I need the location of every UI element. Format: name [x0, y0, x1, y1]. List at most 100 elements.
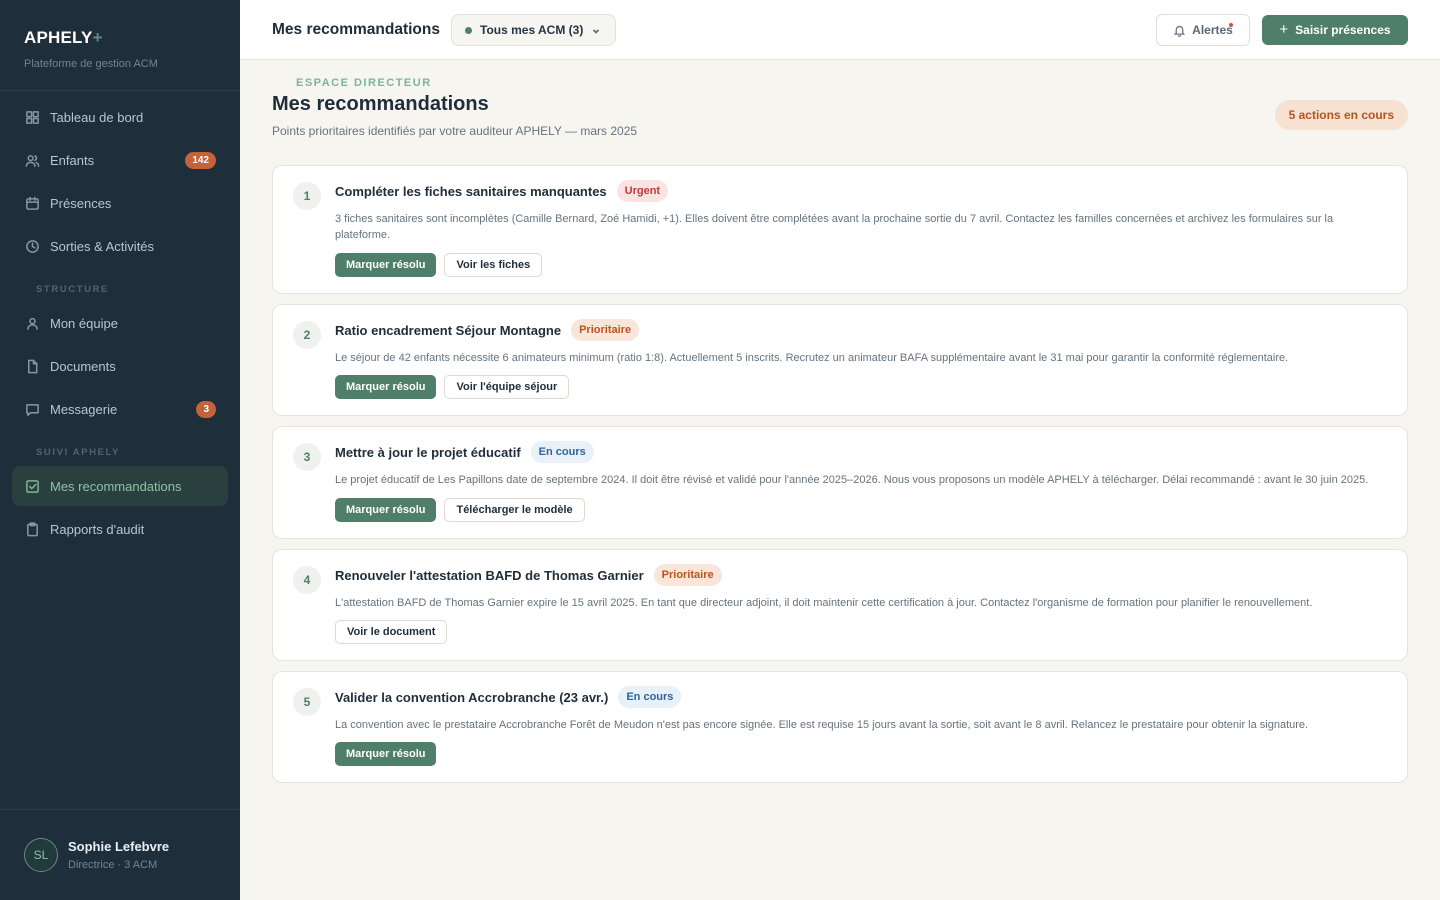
saisir-presences-label: Saisir présences — [1295, 23, 1391, 37]
section-title-structure: STRUCTURE — [36, 284, 109, 295]
card-number: 2 — [293, 321, 321, 349]
sidebar-item-mon-equipe[interactable]: Mon équipe — [12, 303, 228, 343]
sidebar-item-label: Documents — [50, 358, 116, 374]
recommendation-card: 5 Valider la convention Accrobranche (23… — [272, 671, 1408, 783]
messagerie-count-badge: 3 — [196, 400, 216, 418]
nav-structure: Mon équipe Documents Messagerie 3 — [0, 297, 240, 429]
user-role: Directrice · 3 ACM — [68, 859, 158, 871]
nav-suivi: Mes recommandations Rapports d'audit — [0, 460, 240, 549]
alerts-button[interactable]: Alertes — [1156, 14, 1250, 46]
card-title: Valider la convention Accrobranche (23 a… — [335, 689, 609, 705]
marquer-resolu-button[interactable]: Marquer résolu — [335, 498, 437, 522]
card-title: Ratio encadrement Séjour Montagne — [335, 322, 562, 338]
sidebar-item-label: Rapports d'audit — [50, 521, 145, 537]
marquer-resolu-button[interactable]: Marquer résolu — [335, 375, 437, 399]
saisir-presences-button[interactable]: + Saisir présences — [1262, 15, 1408, 45]
brand-logo[interactable]: APHELY+ — [24, 28, 216, 48]
recommendation-card: 2 Ratio encadrement Séjour Montagne Prio… — [272, 304, 1408, 416]
sidebar: APHELY+ Plateforme de gestion ACM ESPACE… — [0, 0, 430, 900]
file-icon — [24, 358, 40, 374]
card-number: 5 — [293, 688, 321, 716]
sidebar-item-enfants[interactable]: Enfants 142 — [12, 140, 228, 180]
brand-plus: + — [92, 28, 103, 47]
sidebar-item-messagerie[interactable]: Messagerie 3 — [12, 389, 228, 429]
enfants-count-badge: 142 — [185, 151, 216, 169]
notification-dot — [1229, 23, 1233, 27]
sidebar-item-label: Sorties & Activités — [50, 238, 155, 254]
card-title: Renouveler l'attestation BAFD de Thomas … — [335, 567, 644, 583]
recommendation-card: 3 Mettre à jour le projet éducatif En co… — [272, 426, 1408, 539]
marquer-resolu-button[interactable]: Marquer résolu — [335, 253, 437, 277]
priority-tag: En cours — [530, 441, 594, 463]
card-header: Compléter les fiches sanitaires manquant… — [335, 180, 669, 202]
priority-tag: En cours — [618, 686, 682, 708]
grid-icon — [24, 109, 40, 125]
sidebar-item-label: Messagerie — [50, 401, 118, 417]
user-info: Sophie Lefebvre Directrice · 3 ACM — [68, 839, 169, 871]
sidebar-item-label: Tableau de bord — [50, 109, 144, 125]
brand-subtitle: Plateforme de gestion ACM — [24, 58, 158, 70]
card-description: Le séjour de 42 enfants nécessite 6 anim… — [335, 352, 1289, 364]
sidebar-item-tableau-de-bord[interactable]: Tableau de bord — [12, 97, 228, 137]
section-title-espace-directeur: ESPACE DIRECTEUR — [296, 77, 432, 89]
message-icon — [24, 401, 40, 417]
page-subtitle: Points prioritaires identifiés par votre… — [272, 124, 638, 138]
clipboard-icon — [24, 521, 40, 537]
nav-main: Tableau de bord Enfants 142 Présences So… — [0, 91, 240, 266]
actions-count-badge: 5 actions en cours — [1274, 100, 1408, 130]
brand: APHELY+ Plateforme de gestion ACM — [0, 0, 240, 91]
sidebar-item-rapports-audit[interactable]: Rapports d'audit — [12, 509, 228, 549]
card-number: 4 — [293, 566, 321, 594]
priority-tag: Prioritaire — [571, 319, 640, 341]
check-square-icon — [24, 478, 40, 494]
chevron-down-icon — [591, 25, 601, 35]
card-number: 1 — [293, 182, 321, 210]
bell-icon — [1174, 25, 1186, 37]
page-title: Mes recommandations — [272, 93, 489, 115]
sidebar-item-documents[interactable]: Documents — [12, 346, 228, 386]
user-profile[interactable]: SL Sophie Lefebvre Directrice · 3 ACM — [0, 809, 240, 900]
recommendation-card: 4 Renouveler l'attestation BAFD de Thoma… — [272, 549, 1408, 661]
avatar: SL — [24, 838, 58, 872]
card-header: Renouveler l'attestation BAFD de Thomas … — [335, 564, 722, 586]
card-description: 3 fiches sanitaires sont incomplètes (Ca… — [335, 213, 1334, 241]
users-icon — [24, 152, 40, 168]
topbar-title: Mes recommandations — [272, 21, 440, 38]
section-title-suivi-aphely: SUIVI APHELY — [36, 447, 120, 458]
marquer-resolu-button[interactable]: Marquer résolu — [335, 742, 437, 766]
sidebar-item-label: Mon équipe — [50, 315, 118, 331]
sidebar-item-presences[interactable]: Présences — [12, 183, 228, 223]
card-actions: Marquer résolu Voir les fiches — [335, 253, 543, 277]
sidebar-item-sorties-activites[interactable]: Sorties & Activités — [12, 226, 228, 266]
plus-icon: + — [1279, 20, 1289, 38]
voir-equipe-sejour-button[interactable]: Voir l'équipe séjour — [444, 375, 570, 399]
sidebar-item-label: Présences — [50, 195, 112, 211]
acm-scope-selector[interactable]: Tous mes ACM (3) — [451, 14, 617, 46]
card-title: Compléter les fiches sanitaires manquant… — [335, 183, 607, 199]
priority-tag: Urgent — [616, 180, 669, 202]
recommendation-card: 1 Compléter les fiches sanitaires manqua… — [272, 165, 1408, 294]
card-number: 3 — [293, 443, 321, 471]
alerts-label: Alertes — [1192, 23, 1233, 37]
voir-les-fiches-button[interactable]: Voir les fiches — [444, 253, 543, 277]
card-header: Ratio encadrement Séjour Montagne Priori… — [335, 319, 640, 341]
user-icon — [24, 315, 40, 331]
status-dot — [465, 26, 472, 34]
priority-tag: Prioritaire — [653, 564, 722, 586]
card-title: Mettre à jour le projet éducatif — [335, 444, 521, 460]
sidebar-item-label: Enfants — [50, 152, 95, 168]
card-header: Valider la convention Accrobranche (23 a… — [335, 686, 682, 708]
topbar: Mes recommandations Tous mes ACM (3) Ale… — [240, 0, 1440, 60]
card-header: Mettre à jour le projet éducatif En cour… — [335, 441, 594, 463]
card-actions: Voir le document — [335, 620, 448, 644]
card-description: Le projet éducatif de Les Papillons date… — [335, 474, 1369, 486]
card-actions: Marquer résolu — [335, 742, 444, 766]
voir-document-button[interactable]: Voir le document — [335, 620, 448, 644]
card-actions: Marquer résolu Voir l'équipe séjour — [335, 375, 570, 399]
scope-label: Tous mes ACM (3) — [480, 23, 584, 37]
sidebar-item-mes-recommandations[interactable]: Mes recommandations — [12, 466, 228, 506]
card-actions: Marquer résolu Télécharger le modèle — [335, 498, 585, 522]
brand-name: APHELY — [24, 28, 93, 47]
card-description: La convention avec le prestataire Accrob… — [335, 719, 1309, 731]
telecharger-modele-button[interactable]: Télécharger le modèle — [444, 498, 585, 522]
